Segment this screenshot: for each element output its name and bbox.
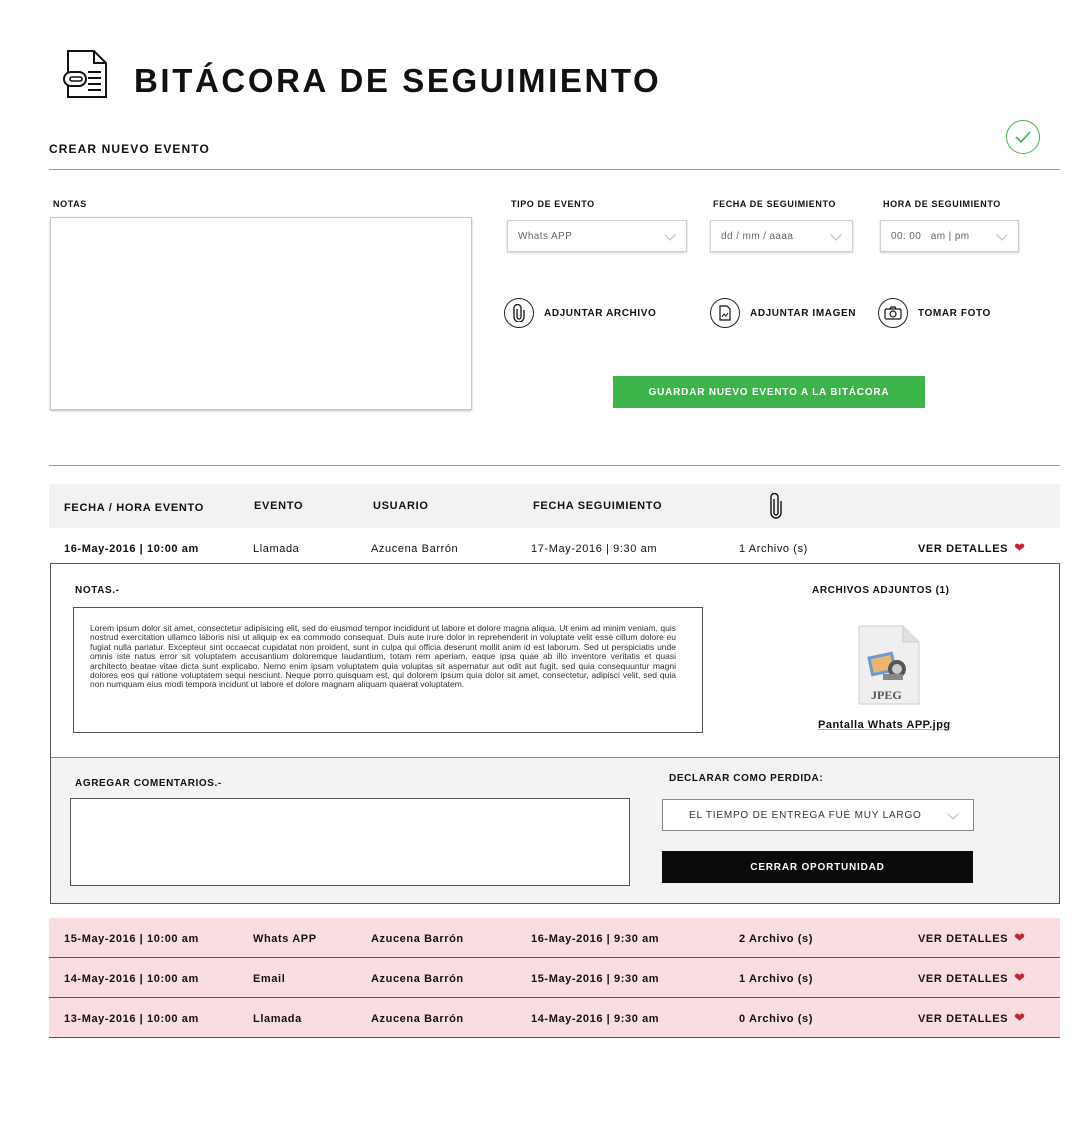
- take-photo-label: TOMAR FOTO: [918, 307, 991, 319]
- view-details-label: VER DETALLES: [918, 543, 1009, 555]
- table-row[interactable]: 14-May-2016 | 10:00 am Email Azucena Bar…: [49, 958, 1060, 998]
- event-type-label: TIPO DE EVENTO: [511, 199, 595, 209]
- attach-file-label: ADJUNTAR ARCHIVO: [544, 307, 657, 319]
- comments-textarea[interactable]: [70, 798, 630, 886]
- view-details-button[interactable]: VER DETALLES ❤: [918, 540, 1026, 556]
- row-files: 1 Archivo (s): [739, 543, 808, 555]
- chevron-down-icon: ❤: [1014, 540, 1026, 555]
- lost-label: DECLARAR COMO PERDIDA:: [669, 773, 824, 784]
- notes-label: NOTAS: [53, 199, 87, 209]
- row-user: Azucena Barrón: [371, 973, 464, 985]
- chevron-down-icon: ❤: [1014, 930, 1026, 945]
- attachments-label: ARCHIVOS ADJUNTOS (1): [812, 585, 950, 596]
- attach-image-button[interactable]: ADJUNTAR IMAGEN: [710, 298, 856, 328]
- row-event: Llamada: [253, 1013, 302, 1025]
- chevron-down-icon: [830, 229, 842, 241]
- table-row[interactable]: 15-May-2016 | 10:00 am Whats APP Azucena…: [49, 918, 1060, 958]
- paperclip-icon: [769, 492, 783, 525]
- detail-notes-text: Lorem ipsum dolor sit amet, consectetur …: [73, 607, 703, 733]
- row-files: 1 Archivo (s): [739, 973, 814, 985]
- view-details-button[interactable]: VER DETALLES ❤: [918, 930, 1026, 946]
- row-datetime: 15-May-2016 | 10:00 am: [64, 933, 199, 945]
- row-user: Azucena Barrón: [371, 933, 464, 945]
- event-type-select[interactable]: Whats APP: [507, 220, 687, 252]
- comments-label: AGREGAR COMENTARIOS.-: [75, 778, 222, 789]
- image-file-icon: [710, 298, 740, 328]
- view-details-button[interactable]: VER DETALLES ❤: [918, 970, 1026, 986]
- header-datetime: FECHA / HORA EVENTO: [64, 502, 205, 514]
- row-event: Llamada: [253, 543, 300, 555]
- view-details-button[interactable]: VER DETALLES ❤: [918, 1010, 1026, 1026]
- take-photo-button[interactable]: TOMAR FOTO: [878, 298, 991, 328]
- row-datetime: 16-May-2016 | 10:00 am: [64, 543, 199, 555]
- header-user: USUARIO: [373, 500, 429, 512]
- chevron-down-icon: [664, 229, 676, 241]
- divider: [49, 169, 1060, 170]
- attachment-file-link[interactable]: Pantalla Whats APP.jpg: [818, 719, 951, 731]
- section-title: CREAR NUEVO EVENTO: [49, 142, 210, 156]
- table-header: FECHA / HORA EVENTO EVENTO USUARIO FECHA…: [49, 484, 1060, 528]
- lost-reason-select[interactable]: EL TIEMPO DE ENTREGA FUÉ MUY LARGO: [662, 799, 974, 831]
- row-event: Whats APP: [253, 933, 317, 945]
- header-event: EVENTO: [254, 500, 304, 512]
- view-details-label: VER DETALLES: [918, 933, 1009, 945]
- followup-date-label: FECHA DE SEGUIMIENTO: [713, 199, 837, 209]
- table-row[interactable]: 13-May-2016 | 10:00 am Llamada Azucena B…: [49, 998, 1060, 1038]
- row-user: Azucena Barrón: [371, 543, 459, 555]
- divider: [49, 465, 1060, 466]
- event-type-value: Whats APP: [518, 230, 573, 242]
- row-files: 0 Archivo (s): [739, 1013, 814, 1025]
- jpeg-file-icon[interactable]: JPEG: [855, 624, 923, 708]
- followup-time-select[interactable]: 00: 00 am | pm: [880, 220, 1019, 252]
- camera-icon: [878, 298, 908, 328]
- page-title: BITÁCORA DE SEGUIMIENTO: [134, 62, 662, 99]
- paperclip-icon: [504, 298, 534, 328]
- row-files: 2 Archivo (s): [739, 933, 814, 945]
- followup-time-label: HORA DE SEGUIMIENTO: [883, 199, 1001, 209]
- view-details-label: VER DETALLES: [918, 973, 1009, 985]
- chevron-down-icon: ❤: [1014, 1010, 1026, 1025]
- followup-date-value: dd / mm / aaaa: [721, 230, 794, 242]
- row-datetime: 14-May-2016 | 10:00 am: [64, 973, 199, 985]
- followup-time-value: 00: 00 am | pm: [891, 230, 970, 242]
- close-opportunity-button[interactable]: CERRAR OPORTUNIDAD: [662, 851, 973, 883]
- followup-date-select[interactable]: dd / mm / aaaa: [710, 220, 853, 252]
- attach-image-label: ADJUNTAR IMAGEN: [750, 307, 857, 319]
- attach-file-button[interactable]: ADJUNTAR ARCHIVO: [504, 298, 656, 328]
- chevron-down-icon: ❤: [1014, 970, 1026, 985]
- row-followup: 15-May-2016 | 9:30 am: [531, 973, 660, 985]
- header-followup: FECHA SEGUIMIENTO: [533, 500, 663, 512]
- row-datetime: 13-May-2016 | 10:00 am: [64, 1013, 199, 1025]
- chevron-down-icon: [996, 229, 1008, 241]
- notes-textarea[interactable]: [50, 217, 472, 410]
- chevron-down-icon: [947, 808, 959, 820]
- file-type-label: JPEG: [871, 688, 902, 702]
- lost-reason-value: EL TIEMPO DE ENTREGA FUÉ MUY LARGO: [689, 809, 922, 821]
- row-user: Azucena Barrón: [371, 1013, 464, 1025]
- detail-notes-label: NOTAS.-: [75, 585, 120, 596]
- row-event: Email: [253, 973, 286, 985]
- row-followup: 17-May-2016 | 9:30 am: [531, 543, 658, 555]
- save-event-button[interactable]: GUARDAR NUEVO EVENTO A LA BITÁCORA: [613, 376, 925, 408]
- view-details-label: VER DETALLES: [918, 1013, 1009, 1025]
- document-attachment-icon: [60, 48, 114, 100]
- row-followup: 14-May-2016 | 9:30 am: [531, 1013, 660, 1025]
- check-circle-icon[interactable]: [1006, 120, 1040, 154]
- row-followup: 16-May-2016 | 9:30 am: [531, 933, 660, 945]
- table-row[interactable]: 16-May-2016 | 10:00 am Llamada Azucena B…: [49, 528, 1060, 568]
